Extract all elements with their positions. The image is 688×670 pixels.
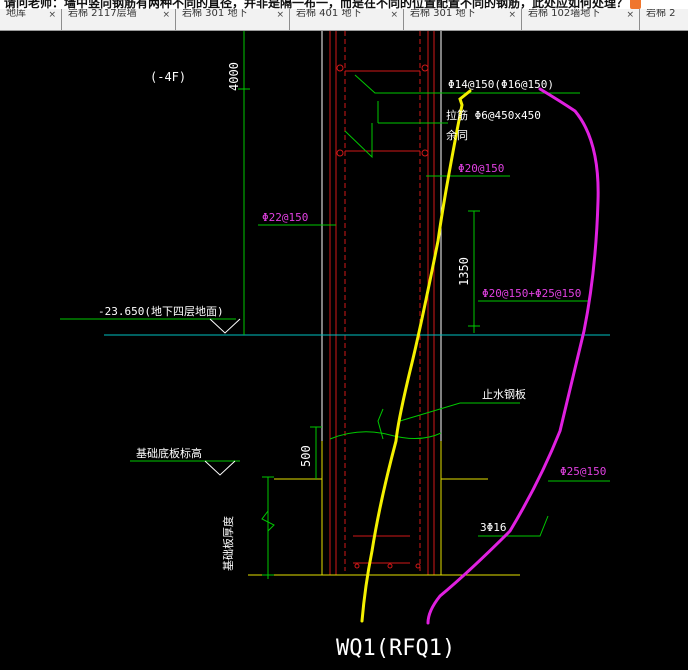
tab-label: 岩棉 301 地下: [182, 9, 248, 19]
dimension-500: 500: [299, 445, 313, 467]
rebar-lower-label: Φ20@150+Φ25@150: [482, 287, 581, 300]
tab-label: 地库: [6, 9, 26, 19]
floor-label: (-4F): [150, 70, 186, 84]
tab-label: 岩棉 2117层墙: [68, 9, 137, 19]
tab-close-icon[interactable]: ×: [162, 10, 170, 20]
rebar-left-label: Φ22@150: [262, 211, 308, 224]
tab-close-icon[interactable]: ×: [508, 10, 516, 20]
tab-overflow[interactable]: 岩棉 2: [640, 9, 688, 30]
tab-dikul[interactable]: 地库 ×: [0, 9, 62, 30]
bottom-bars-label: 3Φ16: [480, 521, 507, 534]
drawing-tab-bar: 地库 × 岩棉 2117层墙 × 岩棉 301 地下 × 岩棉 401 地下 ×…: [0, 9, 688, 31]
rebar-upper-label: Φ20@150: [458, 162, 504, 175]
question-text: 请问老师：墙中竖向钢筋有两种不同的直径，并非是隔一布一，而是在不同的位置配置不同…: [4, 0, 642, 9]
tab-close-icon[interactable]: ×: [390, 10, 398, 20]
tab-close-icon[interactable]: ×: [276, 10, 284, 20]
tab-2117[interactable]: 岩棉 2117层墙 ×: [62, 9, 176, 30]
wall-name-label: WQ1(RFQ1): [336, 636, 455, 661]
tab-301-a[interactable]: 岩棉 301 地下 ×: [176, 9, 290, 30]
dimension-4000: 4000: [227, 62, 241, 91]
tab-401[interactable]: 岩棉 401 地下 ×: [290, 9, 404, 30]
tab-label: 岩棉 301 地下: [410, 9, 476, 19]
anchorage-label: 基础板厚度: [221, 516, 235, 571]
tab-close-icon[interactable]: ×: [626, 10, 634, 20]
tab-label: 岩棉 2: [646, 9, 676, 19]
tab-close-icon[interactable]: ×: [48, 10, 56, 20]
waterstop-curve: [329, 431, 442, 440]
tie-bar-note: 余同: [446, 128, 468, 142]
rebar-bottom-label: Φ25@150: [560, 465, 606, 478]
edit-icon[interactable]: [630, 0, 642, 9]
dimension-lines: [238, 31, 480, 579]
tab-label: 岩棉 401 地下: [296, 9, 362, 19]
wall-section-drawing: (-4F) 4000 Φ14@150(Φ16@150) 拉筋 Φ6@450x45…: [60, 31, 610, 661]
question-header: 请问老师：墙中竖向钢筋有两种不同的直径，并非是隔一布一，而是在不同的位置配置不同…: [0, 0, 688, 9]
waterstop-label: 止水钢板: [482, 387, 526, 401]
magenta-annotation-stroke: [426, 87, 600, 625]
tab-label: 岩棉 102墙地下: [528, 9, 601, 19]
slab-top-label: 基础底板标高: [136, 446, 202, 460]
dimension-1350: 1350: [457, 257, 471, 286]
tie-bar-label: 拉筋 Φ6@450x450: [446, 108, 541, 122]
question-label: 请问老师：墙中竖向钢筋有两种不同的直径，并非是隔一布一，而是在不同的位置配置不同…: [4, 0, 629, 9]
drawing-labels: (-4F) 4000 Φ14@150(Φ16@150) 拉筋 Φ6@450x45…: [98, 62, 606, 661]
tab-102[interactable]: 岩棉 102墙地下 ×: [522, 9, 640, 30]
rebar-top-label: Φ14@150(Φ16@150): [448, 78, 554, 91]
cad-drawing-canvas[interactable]: (-4F) 4000 Φ14@150(Φ16@150) 拉筋 Φ6@450x45…: [0, 31, 688, 670]
tab-301-b[interactable]: 岩棉 301 地下 ×: [404, 9, 522, 30]
elevation-label: -23.650(地下四层地面): [98, 305, 224, 318]
yellow-annotation-stroke: [360, 89, 472, 623]
